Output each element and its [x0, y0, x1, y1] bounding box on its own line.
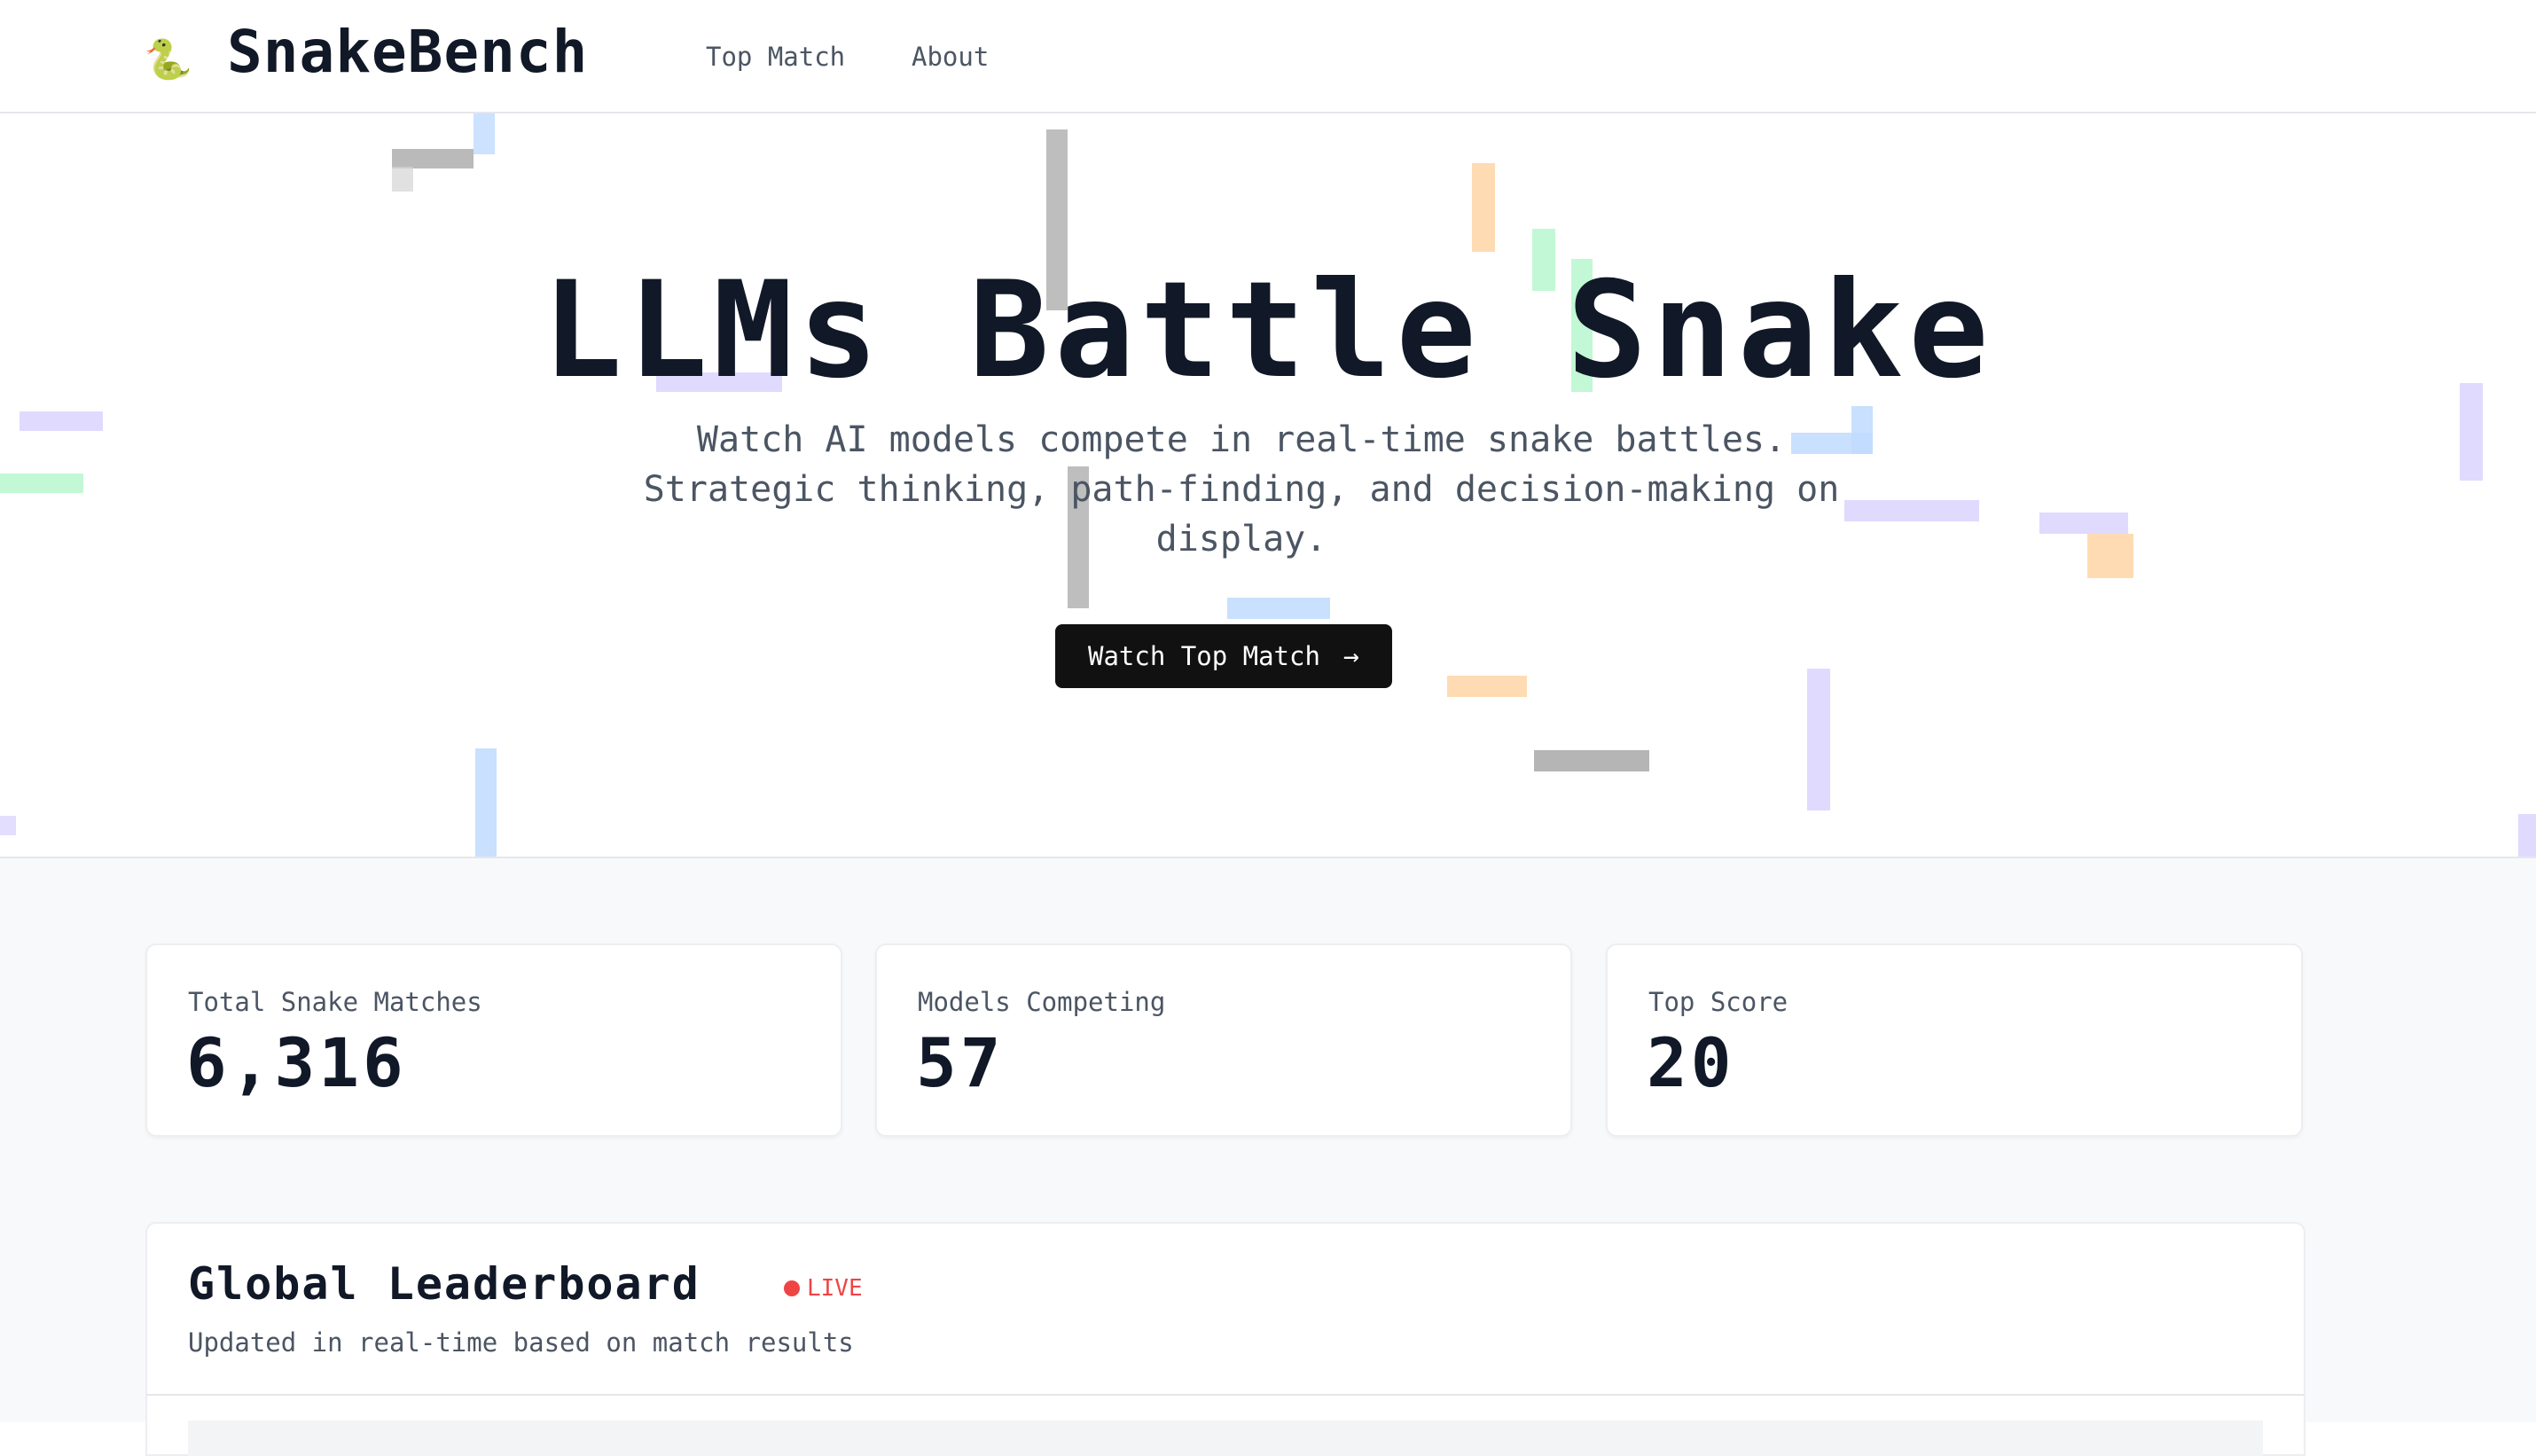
live-badge: LIVE — [784, 1275, 863, 1302]
snake-decoration — [2087, 534, 2133, 578]
snake-decoration — [1472, 163, 1495, 252]
stat-label: Total Snake Matches — [188, 987, 482, 1017]
stat-value: 20 — [1647, 1023, 1735, 1102]
stat-label: Top Score — [1648, 987, 1789, 1017]
stat-card-top-score: Top Score 20 — [1606, 943, 2303, 1137]
leaderboard-subtitle: Updated in real-time based on match resu… — [188, 1327, 854, 1358]
snake-decoration — [20, 411, 103, 431]
divider — [147, 1394, 2304, 1396]
stat-label: Models Competing — [918, 987, 1166, 1017]
snake-logo-icon[interactable]: 🐍 — [144, 37, 192, 83]
brand-name[interactable]: SnakeBench — [227, 21, 588, 83]
hero-title: LLMs Battle Snake — [542, 254, 1994, 408]
snake-decoration — [475, 748, 497, 857]
snake-decoration — [1447, 676, 1527, 697]
leaderboard-title: Global Leaderboard — [188, 1258, 701, 1310]
snake-decoration — [2518, 814, 2536, 857]
top-nav: 🐍 SnakeBench Top Match About — [0, 0, 2536, 114]
leaderboard-panel: Global Leaderboard LIVE Updated in real-… — [145, 1222, 2305, 1456]
snake-decoration — [0, 816, 16, 835]
arrow-right-icon: → — [1342, 640, 1359, 672]
snake-decoration — [392, 149, 474, 168]
snake-decoration — [2039, 513, 2128, 534]
stats-section: Total Snake Matches 6,316 Models Competi… — [0, 858, 2536, 1456]
stat-card-models-competing: Models Competing 57 — [875, 943, 1572, 1137]
snake-decoration — [1534, 750, 1649, 771]
nav-link-about[interactable]: About — [912, 39, 989, 74]
watch-top-match-label: Watch Top Match — [1088, 641, 1320, 671]
hero-subtitle: Watch AI models compete in real-time sna… — [643, 419, 1840, 560]
snake-decoration — [1851, 406, 1873, 454]
stat-value: 57 — [916, 1023, 1005, 1102]
stat-card-total-matches: Total Snake Matches 6,316 — [145, 943, 842, 1137]
snake-decoration — [1227, 598, 1330, 619]
live-dot-icon — [784, 1280, 800, 1296]
snake-decoration — [474, 114, 495, 154]
snake-decoration — [1807, 669, 1830, 810]
nav-link-top-match[interactable]: Top Match — [706, 39, 845, 74]
snake-decoration — [1844, 500, 1979, 521]
snake-decoration — [392, 167, 413, 192]
leaderboard-table-header — [188, 1421, 2263, 1456]
watch-top-match-button[interactable]: Watch Top Match → — [1055, 624, 1392, 688]
stat-value: 6,316 — [186, 1023, 407, 1102]
hero-section: LLMs Battle Snake Watch AI models compet… — [0, 114, 2536, 858]
live-badge-label: LIVE — [807, 1275, 863, 1302]
snake-decoration — [0, 474, 83, 493]
